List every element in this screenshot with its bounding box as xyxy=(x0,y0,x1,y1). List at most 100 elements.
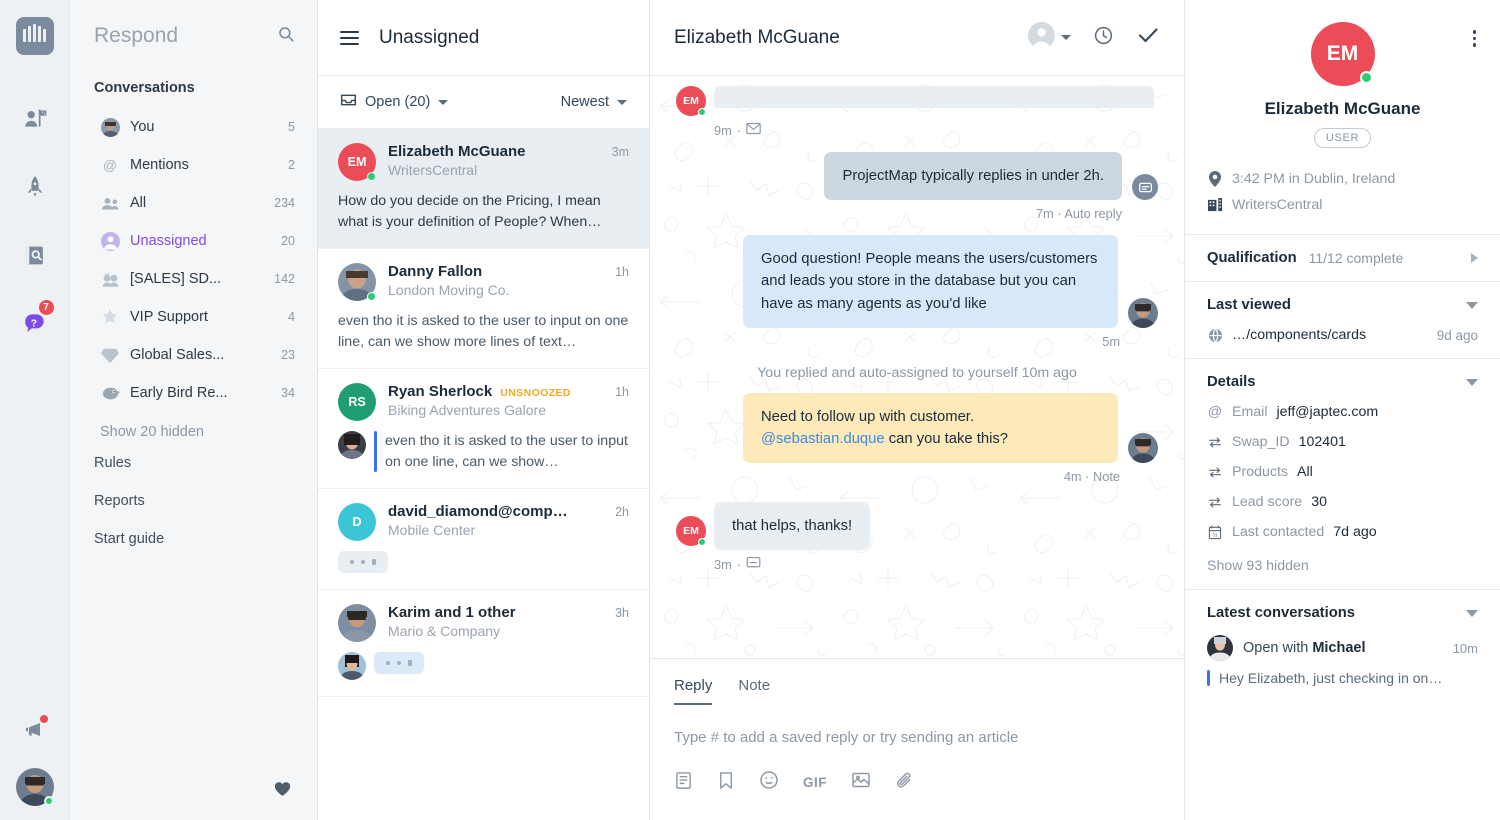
conversation-list-header: Unassigned xyxy=(318,0,649,76)
sidebar-item-you[interactable]: You 5 xyxy=(70,108,317,146)
news-megaphone-icon[interactable] xyxy=(23,715,48,746)
unassigned-avatar-icon xyxy=(100,231,120,251)
list-item-preview: even tho it is asked to the user to inpu… xyxy=(385,433,628,470)
chevron-down-icon[interactable] xyxy=(1466,301,1478,309)
inbox-nav: Respond Conversations You 5 @ Mentions 2… xyxy=(70,0,318,820)
latest-conversations-section: Latest conversations Open with Michael 1… xyxy=(1185,589,1500,701)
list-item-name: Karim and 1 other xyxy=(388,603,516,621)
chevron-down-icon[interactable] xyxy=(1466,378,1478,386)
articles-search-icon[interactable] xyxy=(13,233,57,277)
avatar: EM xyxy=(676,516,706,547)
contacts-icon[interactable] xyxy=(13,97,57,141)
detail-value: 7d ago xyxy=(1333,524,1377,540)
chevron-right-icon[interactable] xyxy=(1471,253,1478,263)
list-item-name: Danny Fallon xyxy=(388,263,483,281)
image-icon[interactable] xyxy=(851,771,871,794)
sidebar-item-mentions[interactable]: @ Mentions 2 xyxy=(70,146,317,184)
attachment-icon[interactable] xyxy=(895,771,914,795)
message-bubble xyxy=(714,86,1154,108)
list-item-preview: even tho it is asked to the user to inpu… xyxy=(338,313,629,350)
help-icon[interactable]: ? 7 xyxy=(13,299,57,345)
detail-row-swap-id[interactable]: Swap_ID 102401 xyxy=(1207,434,1478,450)
saved-reply-bookmark-icon[interactable] xyxy=(717,771,735,795)
detail-row-lead-score[interactable]: Lead score 30 xyxy=(1207,494,1478,510)
avatar: D xyxy=(338,502,376,541)
sort-dropdown[interactable]: Newest xyxy=(561,94,627,110)
show-hidden-attributes-link[interactable]: Show 93 hidden xyxy=(1207,558,1478,574)
svg-text:?: ? xyxy=(30,318,36,329)
sidebar-item-global-sales[interactable]: Global Sales... 23 xyxy=(70,336,317,374)
sidebar-item-early-bird[interactable]: Early Bird Re... 34 xyxy=(70,374,317,412)
page-title: Elizabeth McGuane xyxy=(674,26,840,48)
detail-row-products[interactable]: Products All xyxy=(1207,464,1478,480)
list-item-name: Ryan Sherlock xyxy=(388,383,493,401)
message-timestamp: 4m · Note xyxy=(1063,469,1120,485)
sidebar-item-label: [SALES] SD... xyxy=(130,271,222,287)
gif-icon[interactable]: GIF xyxy=(803,775,827,790)
latest-conversation-item[interactable]: Open with Michael 10m Hey Elizabeth, jus… xyxy=(1207,635,1478,686)
article-icon[interactable] xyxy=(674,771,693,795)
sidebar-item-count: 142 xyxy=(274,272,295,286)
detail-row-email[interactable]: @ Email jeff@japtec.com xyxy=(1207,404,1478,420)
conversation-panel: Elizabeth McGuane EM 9m · ProjectMap typ… xyxy=(650,0,1185,820)
location-pin-icon xyxy=(1207,171,1223,187)
last-viewed-row[interactable]: …/components/cards 9d ago xyxy=(1207,327,1478,343)
state-filter-label: Open (20) xyxy=(365,94,431,110)
tab-reply[interactable]: Reply xyxy=(674,677,713,705)
avatar-you-icon xyxy=(100,117,120,137)
latest-conversation-prefix: Open with xyxy=(1243,640,1313,656)
chevron-down-icon[interactable] xyxy=(1466,609,1478,617)
more-options-icon[interactable] xyxy=(1472,30,1476,47)
contact-location-text: 3:42 PM in Dublin, Ireland xyxy=(1232,171,1396,187)
snooze-button[interactable] xyxy=(1093,25,1114,51)
chat-icon xyxy=(746,556,761,573)
inbox-nav-header: Respond xyxy=(70,0,317,72)
reply-input[interactable]: Type # to add a saved reply or try sendi… xyxy=(674,705,1160,746)
online-indicator xyxy=(1359,71,1373,84)
online-indicator xyxy=(698,538,706,547)
message-timestamp: 9m xyxy=(714,122,732,138)
outbound-rocket-icon[interactable] xyxy=(13,165,57,209)
messages-container: EM 9m · ProjectMap typically replies in … xyxy=(650,76,1184,658)
sidebar-item-unassigned[interactable]: Unassigned 20 xyxy=(70,222,317,260)
last-viewed-section: Last viewed …/components/cards 9d ago xyxy=(1185,281,1500,358)
current-user-avatar[interactable] xyxy=(16,768,54,806)
message-thread[interactable]: EM 9m · ProjectMap typically replies in … xyxy=(650,76,1184,658)
list-item-company: Biking Adventures Galore xyxy=(388,402,546,419)
inbox-icon xyxy=(340,92,357,112)
list-item[interactable]: Karim and 1 other 3h Mario & Company xyxy=(318,590,649,697)
qualification-section[interactable]: Qualification 11/12 complete xyxy=(1185,234,1500,281)
intercom-logo[interactable] xyxy=(15,17,54,55)
sidebar-item-vip-support[interactable]: VIP Support 4 xyxy=(70,298,317,336)
sidebar-item-sales-sd[interactable]: [SALES] SD... 142 xyxy=(70,260,317,298)
list-item-name: david_diamond@comp… xyxy=(388,502,568,520)
list-item[interactable]: RS Ryan Sherlock UNSNOOZED 1h Biking Adv… xyxy=(318,369,649,489)
emoji-icon[interactable] xyxy=(759,770,779,795)
app-root: ? 7 Respond Conversations You 5 @ Mentio… xyxy=(0,0,1500,820)
close-conversation-button[interactable] xyxy=(1136,23,1160,52)
tab-note[interactable]: Note xyxy=(738,677,770,705)
search-icon[interactable] xyxy=(277,25,295,48)
nav-link-reports[interactable]: Reports xyxy=(70,482,317,520)
list-item[interactable]: D david_diamond@comp… 2h Mobile Center xyxy=(318,489,649,590)
list-item-time: 2h xyxy=(615,504,629,519)
list-item[interactable]: EM Elizabeth McGuane 3m WritersCentral H… xyxy=(318,129,649,250)
sidebar-item-count: 20 xyxy=(281,234,295,248)
detail-row-last-contacted[interactable]: 31 Last contacted 7d ago xyxy=(1207,524,1478,540)
globe-icon xyxy=(1207,327,1223,343)
detail-value: jeff@japtec.com xyxy=(1276,404,1379,420)
hamburger-menu-icon[interactable] xyxy=(340,30,359,45)
list-item-time: 1h xyxy=(615,265,629,280)
list-item-time: 3h xyxy=(615,605,629,620)
nav-link-rules[interactable]: Rules xyxy=(70,444,317,482)
show-hidden-inboxes-link[interactable]: Show 20 hidden xyxy=(70,412,317,444)
sidebar-item-all[interactable]: All 234 xyxy=(70,184,317,222)
heart-icon[interactable] xyxy=(274,781,291,802)
mention-link[interactable]: @sebastian.duque xyxy=(761,431,885,447)
list-item[interactable]: Danny Fallon 1h London Moving Co. even t… xyxy=(318,249,649,370)
state-filter-dropdown[interactable]: Open (20) xyxy=(340,92,449,112)
avatar xyxy=(338,651,366,680)
assignee-selector[interactable] xyxy=(1028,21,1071,54)
avatar xyxy=(1128,297,1158,328)
nav-link-start-guide[interactable]: Start guide xyxy=(70,520,317,558)
